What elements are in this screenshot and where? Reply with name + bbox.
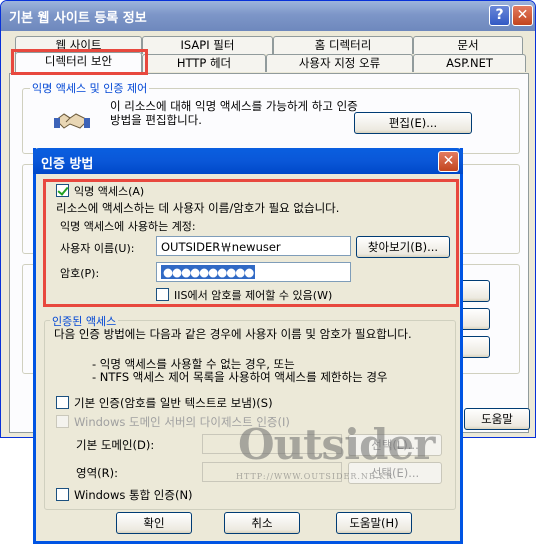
basic-auth-label: 기본 인증(암호를 일반 텍스트로 보냄)(S)	[74, 396, 273, 410]
dialog-close-icon[interactable]: ✕	[438, 151, 459, 172]
title-bar[interactable]: 기본 웹 사이트 등록 정보 ? ✕	[1, 1, 535, 31]
watermark-logo: Outsider	[238, 420, 435, 469]
anon-access-group-label: 익명 액세스 및 인증 제어	[30, 80, 150, 96]
realm-label: 영역(R):	[76, 466, 118, 480]
anon-section-highlight-box	[43, 179, 459, 307]
dialog-help-button[interactable]: 도움말(H)	[336, 512, 412, 534]
tab-home-directory[interactable]: 홈 디렉터리	[273, 36, 413, 54]
tab-custom-errors[interactable]: 사용자 지정 오류	[266, 54, 413, 72]
watermark-url: HTTP://WWW.OUTSIDER.NE.KR	[236, 472, 394, 481]
digest-auth-checkbox[interactable]	[56, 415, 69, 428]
outer-help-button[interactable]: 도움말	[464, 408, 530, 430]
windows-auth-checkbox[interactable]	[56, 488, 69, 501]
default-domain-label: 기본 도메인(D):	[76, 438, 155, 452]
tab-documents[interactable]: 문서	[413, 36, 523, 54]
close-icon[interactable]: ✕	[512, 5, 533, 26]
window-title: 기본 웹 사이트 등록 정보	[9, 11, 147, 26]
ok-button[interactable]: 확인	[116, 512, 192, 534]
tab-aspnet[interactable]: ASP.NET	[413, 54, 526, 72]
windows-auth-label: Windows 통합 인증(N)	[74, 488, 193, 502]
basic-auth-checkbox[interactable]	[56, 396, 69, 409]
cancel-button[interactable]: 취소	[224, 512, 300, 534]
tab-http-headers[interactable]: HTTP 헤더	[142, 54, 266, 72]
tab-highlight-box	[11, 49, 148, 75]
dialog-title-bar[interactable]: 인증 방법 ✕	[33, 148, 463, 174]
help-icon[interactable]: ?	[489, 5, 510, 26]
edit-button[interactable]: 편집(E)...	[354, 112, 472, 134]
authentication-dialog: 인증 방법 ✕ 익명 액세스(A) 리소스에 액세스하는 데 사용자 이름/암호…	[33, 148, 463, 544]
dialog-title: 인증 방법	[41, 157, 94, 172]
auth-description: 다음 인증 방법에는 다음과 같은 경우에 사용자 이름 및 암호가 필요합니다…	[54, 327, 412, 341]
anon-access-description: 이 리소스에 대해 익명 액세스를 가능하게 하고 인증 방법을 편집합니다.	[110, 99, 358, 127]
auth-bullet-2: - NTFS 액세스 제어 목록을 사용하여 액세스를 제한하는 경우	[92, 370, 388, 384]
handshake-icon	[54, 106, 90, 136]
tab-isapi-filter[interactable]: ISAPI 필터	[142, 36, 273, 54]
